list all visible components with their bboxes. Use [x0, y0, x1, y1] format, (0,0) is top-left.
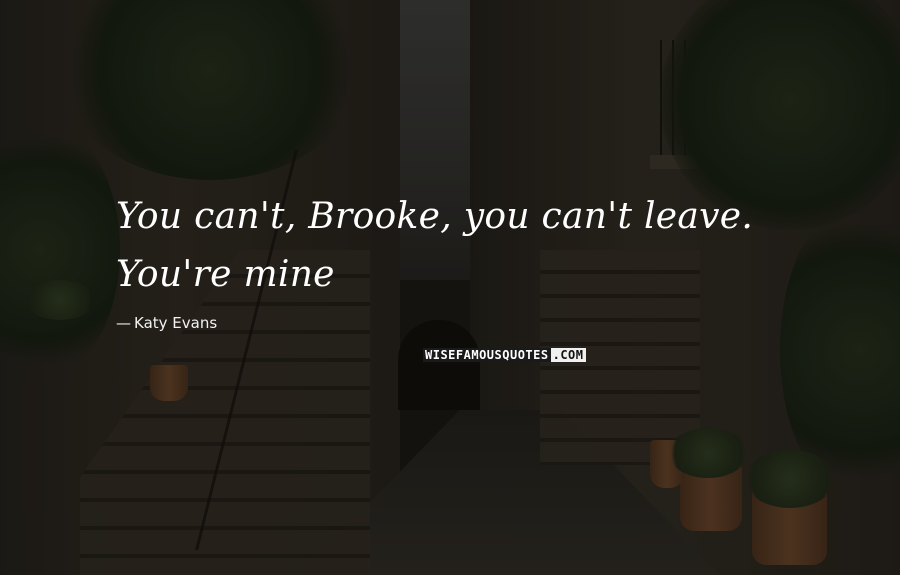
watermark-part2: .COM [550, 348, 586, 362]
author-dash: — [116, 314, 131, 332]
watermark-part1: WISEFAMOUSQUOTES [423, 348, 551, 362]
quote-text: You can't, Brooke, you can't leave. You'… [116, 196, 754, 295]
background-photo: You can't, Brooke, you can't leave. You'… [0, 0, 900, 575]
site-watermark: WISEFAMOUSQUOTES .COM [420, 346, 589, 364]
author-name: Katy Evans [134, 314, 218, 332]
quote-author: — Katy Evans [116, 314, 217, 332]
